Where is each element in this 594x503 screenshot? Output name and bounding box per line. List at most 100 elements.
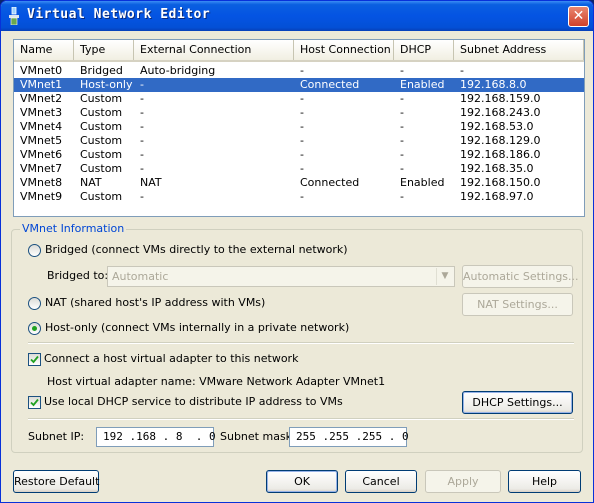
- vmnet-list[interactable]: Name Type External Connection Host Conne…: [13, 39, 585, 217]
- cell-subnet-address: 192.168.243.0: [460, 106, 541, 119]
- cell-host-connection: -: [300, 148, 304, 161]
- table-row[interactable]: VMnet6 Custom - - - 192.168.186.0: [14, 148, 584, 162]
- cell-dhcp: -: [400, 190, 404, 203]
- cell-host-connection: -: [300, 134, 304, 147]
- cell-external-connection: NAT: [140, 176, 162, 189]
- cell-type: Custom: [80, 120, 123, 133]
- table-row[interactable]: VMnet9 Custom - - - 192.168.97.0: [14, 190, 584, 204]
- cell-dhcp: Enabled: [400, 176, 445, 189]
- cell-type: Custom: [80, 148, 123, 161]
- adapter-name-label: Host virtual adapter name: VMware Networ…: [47, 375, 386, 388]
- bridged-radio[interactable]: [28, 244, 41, 257]
- subnet-mask-label: Subnet mask:: [220, 430, 296, 443]
- cancel-button[interactable]: Cancel: [345, 470, 417, 493]
- virtual-network-editor-window: Virtual Network Editor ✕ Name Type Exter…: [0, 0, 594, 503]
- separator: [28, 342, 574, 344]
- restore-default-button[interactable]: Restore Default: [13, 470, 99, 493]
- cell-external-connection: -: [140, 92, 144, 105]
- window-title: Virtual Network Editor: [27, 7, 211, 22]
- cell-type: Custom: [80, 190, 123, 203]
- cell-dhcp: -: [400, 148, 404, 161]
- cell-name: VMnet4: [20, 120, 63, 133]
- bridged-label[interactable]: Bridged (connect VMs directly to the ext…: [45, 243, 348, 256]
- list-header: Name Type External Connection Host Conne…: [14, 40, 584, 62]
- column-header-host-connection[interactable]: Host Connection: [294, 40, 394, 60]
- table-row[interactable]: VMnet7 Custom - - - 192.168.35.0: [14, 162, 584, 176]
- cell-name: VMnet2: [20, 92, 63, 105]
- cell-dhcp: -: [400, 92, 404, 105]
- cell-name: VMnet6: [20, 148, 63, 161]
- cell-host-connection: -: [300, 120, 304, 133]
- close-icon[interactable]: ✕: [568, 6, 589, 27]
- cell-subnet-address: 192.168.53.0: [460, 120, 534, 133]
- dhcp-settings-button[interactable]: DHCP Settings...: [462, 391, 573, 414]
- cell-dhcp: -: [400, 106, 404, 119]
- table-row[interactable]: VMnet1 Host-only - Connected Enabled 192.168.…: [14, 78, 584, 92]
- nat-radio[interactable]: [28, 297, 41, 310]
- group-title: VMnet Information: [20, 222, 127, 235]
- cell-subnet-address: 192.168.8.0: [460, 78, 527, 91]
- cell-subnet-address: 192.168.97.0: [460, 190, 534, 203]
- dhcp-checkbox[interactable]: [28, 396, 41, 409]
- hostonly-radio[interactable]: [28, 322, 41, 335]
- nat-settings-button[interactable]: NAT Settings...: [462, 293, 573, 316]
- cell-external-connection: -: [140, 106, 144, 119]
- column-header-type[interactable]: Type: [74, 40, 134, 60]
- radio-selected-dot: [32, 326, 37, 331]
- bridged-to-label: Bridged to:: [47, 269, 109, 282]
- dhcp-label[interactable]: Use local DHCP service to distribute IP …: [44, 395, 343, 408]
- chevron-down-icon[interactable]: ▼: [436, 268, 453, 285]
- ok-button[interactable]: OK: [266, 470, 338, 493]
- bridged-to-value: Automatic: [112, 270, 169, 283]
- column-header-name[interactable]: Name: [14, 40, 74, 60]
- hostonly-label[interactable]: Host-only (connect VMs internally in a p…: [45, 321, 349, 334]
- cell-external-connection: -: [140, 148, 144, 161]
- table-row[interactable]: VMnet8 NAT NAT Connected Enabled 192.168.150.…: [14, 176, 584, 190]
- cell-dhcp: -: [400, 120, 404, 133]
- cell-external-connection: -: [140, 162, 144, 175]
- cell-name: VMnet9: [20, 190, 63, 203]
- cell-external-connection: -: [140, 78, 144, 91]
- cell-host-connection: Connected: [300, 78, 360, 91]
- cell-subnet-address: 192.168.150.0: [460, 176, 541, 189]
- cell-dhcp: -: [400, 134, 404, 147]
- column-header-external-connection[interactable]: External Connection: [134, 40, 294, 60]
- cell-host-connection: Connected: [300, 176, 360, 189]
- cell-dhcp: -: [400, 64, 404, 77]
- table-row[interactable]: VMnet3 Custom - - - 192.168.243.0: [14, 106, 584, 120]
- column-header-subnet-address[interactable]: Subnet Address: [454, 40, 584, 60]
- cell-type: Custom: [80, 134, 123, 147]
- nat-label[interactable]: NAT (shared host's IP address with VMs): [45, 296, 265, 309]
- cell-subnet-address: 192.168.186.0: [460, 148, 541, 161]
- table-row[interactable]: VMnet2 Custom - - - 192.168.159.0: [14, 92, 584, 106]
- cell-type: Custom: [80, 92, 123, 105]
- checkmark-icon: [30, 355, 39, 364]
- cell-type: NAT: [80, 176, 102, 189]
- automatic-settings-button[interactable]: Automatic Settings...: [462, 265, 579, 288]
- table-row[interactable]: VMnet5 Custom - - - 192.168.129.0: [14, 134, 584, 148]
- cell-host-connection: -: [300, 162, 304, 175]
- network-app-icon: [9, 7, 19, 25]
- cell-external-connection: -: [140, 120, 144, 133]
- separator: [28, 418, 574, 420]
- cell-type: Custom: [80, 162, 123, 175]
- cell-name: VMnet8: [20, 176, 63, 189]
- help-button[interactable]: Help: [508, 470, 581, 493]
- subnet-ip-field[interactable]: 192 .168 . 8 . 0: [96, 427, 216, 447]
- table-row[interactable]: VMnet4 Custom - - - 192.168.53.0: [14, 120, 584, 134]
- cell-external-connection: Auto-bridging: [140, 64, 216, 77]
- column-header-dhcp[interactable]: DHCP: [394, 40, 454, 60]
- cell-type: Custom: [80, 106, 123, 119]
- table-row[interactable]: VMnet0 Bridged Auto-bridging - - -: [14, 64, 584, 78]
- apply-button[interactable]: Apply: [425, 470, 501, 493]
- connect-adapter-checkbox[interactable]: [28, 353, 41, 366]
- cell-name: VMnet3: [20, 106, 63, 119]
- subnet-mask-field[interactable]: 255 .255 .255 . 0: [289, 427, 409, 447]
- cell-subnet-address: -: [460, 64, 464, 77]
- connect-adapter-label[interactable]: Connect a host virtual adapter to this n…: [44, 352, 298, 365]
- cell-subnet-address: 192.168.35.0: [460, 162, 534, 175]
- subnet-ip-label: Subnet IP:: [28, 430, 85, 443]
- title-bar[interactable]: Virtual Network Editor ✕: [1, 1, 593, 31]
- bridged-to-select[interactable]: Automatic ▼: [107, 266, 455, 287]
- cell-external-connection: -: [140, 190, 144, 203]
